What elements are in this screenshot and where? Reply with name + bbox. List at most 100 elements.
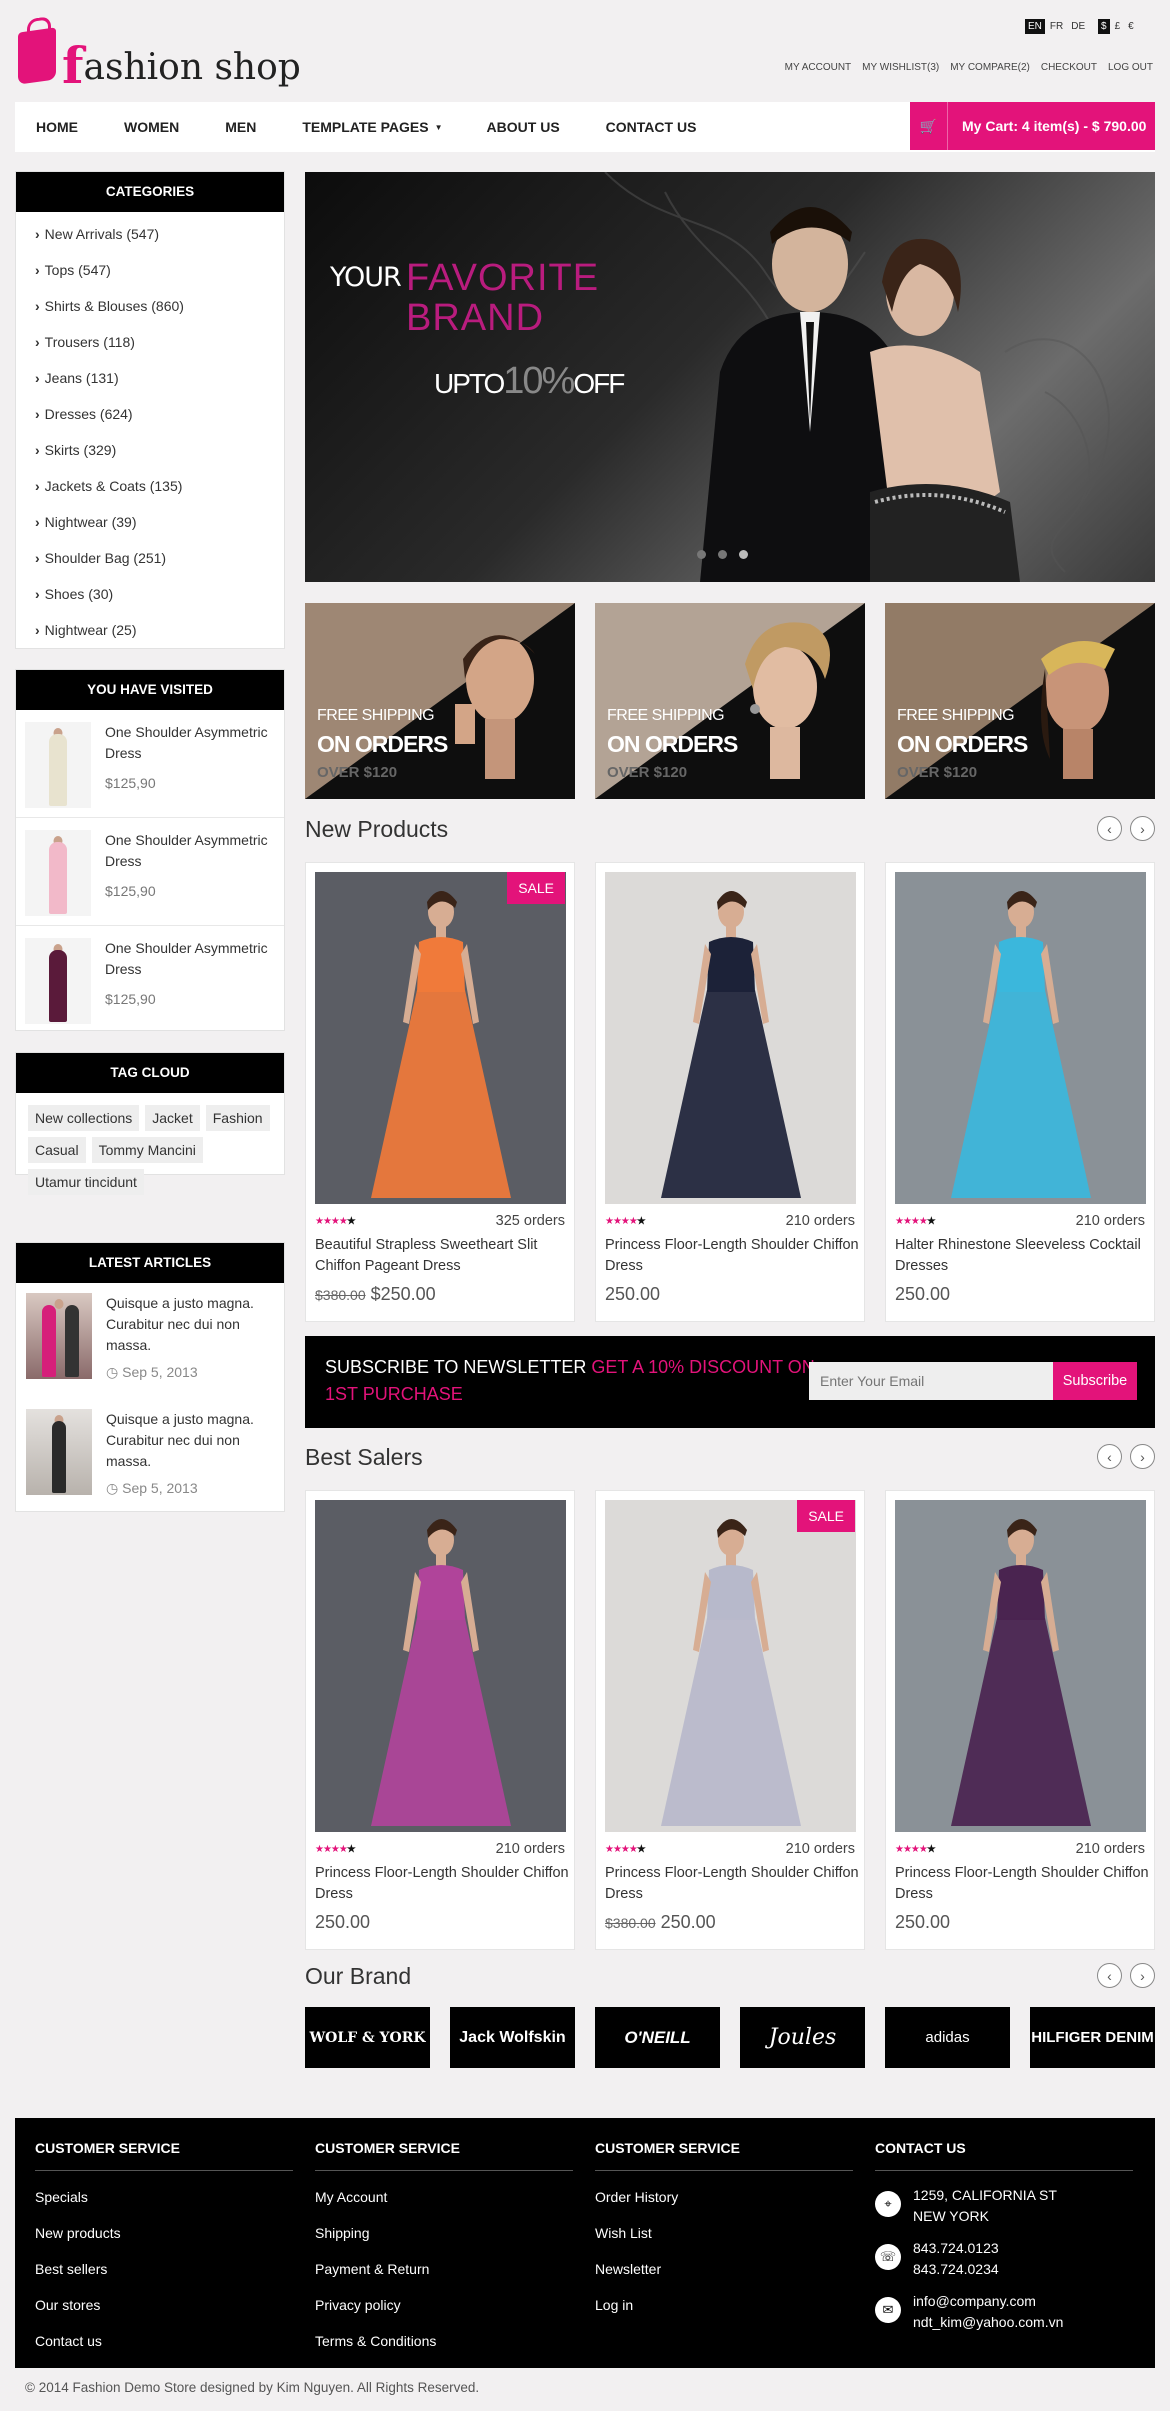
article-item[interactable]: Quisque a justo magna. Curabitur nec dui… <box>16 1399 284 1515</box>
brand-logo-wolf-york[interactable]: WOLF & YORK <box>305 2007 430 2068</box>
footer-link[interactable]: New products <box>35 2215 293 2251</box>
product-thumbnail[interactable] <box>25 722 91 808</box>
visited-item-name[interactable]: One Shoulder Asymmetric Dress <box>105 830 274 872</box>
footer-link[interactable]: Shipping <box>315 2215 573 2251</box>
tag-item[interactable]: Utamur tincidunt <box>28 1169 144 1195</box>
footer-link[interactable]: Contact us <box>35 2323 293 2359</box>
nav-home[interactable]: HOME <box>36 119 78 135</box>
visited-item-name[interactable]: One Shoulder Asymmetric Dress <box>105 938 274 980</box>
contact-phone2[interactable]: 843.724.0234 <box>913 2259 999 2280</box>
product-thumbnail[interactable] <box>25 830 91 916</box>
product-card[interactable]: ★★★★★ 210 orders Princess Floor-Length Sho… <box>305 1490 575 1950</box>
promo-banner[interactable]: FREE SHIPPING ON ORDERS OVER $120 <box>885 603 1155 799</box>
product-name[interactable]: Princess Floor-Length Shoulder Chiffon D… <box>605 1863 860 1905</box>
language-switcher[interactable]: EN FR DE <box>1025 19 1088 34</box>
slider-dot[interactable] <box>718 550 727 559</box>
chevron-right-icon[interactable]: › <box>1130 1963 1155 1988</box>
product-name[interactable]: Beautiful Strapless Sweetheart Slit Chif… <box>315 1235 570 1277</box>
tag-item[interactable]: Casual <box>28 1137 86 1163</box>
lang-fr[interactable]: FR <box>1047 19 1066 34</box>
footer-link[interactable]: Best sellers <box>35 2251 293 2287</box>
logout-link[interactable]: LOG OUT <box>1108 62 1153 73</box>
tag-item[interactable]: Jacket <box>145 1105 200 1131</box>
site-logo[interactable]: fashion shop <box>18 24 301 95</box>
cart-button[interactable]: 🛒 My Cart: 4 item(s) - $ 790.00 <box>910 102 1155 150</box>
category-item[interactable]: Jackets & Coats (135) <box>35 468 284 504</box>
product-card[interactable]: SALE ★★★★★ 325 orders Beautiful Strapless S… <box>305 862 575 1322</box>
currency-eur[interactable]: € <box>1125 19 1137 34</box>
newsletter-email-input[interactable] <box>809 1362 1053 1400</box>
category-item[interactable]: Nightwear (25) <box>35 612 284 648</box>
currency-usd[interactable]: $ <box>1098 19 1110 34</box>
contact-email2[interactable]: ndt_kim@yahoo.com.vn <box>913 2312 1063 2333</box>
footer-link[interactable]: My Account <box>315 2179 573 2215</box>
product-name[interactable]: Princess Floor-Length Shoulder Chiffon D… <box>605 1235 860 1277</box>
brand-logo-hilfiger-denim[interactable]: HILFIGER DENIM <box>1030 2007 1155 2068</box>
my-wishlist-link[interactable]: MY WISHLIST(3) <box>862 62 939 73</box>
product-card[interactable]: ★★★★★ 210 orders Princess Floor-Length Sho… <box>885 1490 1155 1950</box>
footer-link[interactable]: Wish List <box>595 2215 853 2251</box>
product-image[interactable] <box>315 1500 566 1832</box>
my-account-link[interactable]: MY ACCOUNT <box>785 62 852 73</box>
chevron-left-icon[interactable]: ‹ <box>1097 816 1122 841</box>
my-compare-link[interactable]: MY COMPARE(2) <box>950 62 1030 73</box>
footer-link[interactable]: Privacy policy <box>315 2287 573 2323</box>
product-image[interactable] <box>895 872 1146 1204</box>
lang-de[interactable]: DE <box>1068 19 1088 34</box>
article-item[interactable]: Quisque a justo magna. Curabitur nec dui… <box>16 1283 284 1399</box>
category-item[interactable]: Trousers (118) <box>35 324 284 360</box>
lang-en[interactable]: EN <box>1025 19 1045 34</box>
footer-link[interactable]: Terms & Conditions <box>315 2323 573 2359</box>
product-thumbnail[interactable] <box>25 938 91 1024</box>
product-name[interactable]: Halter Rhinestone Sleeveless Cocktail Dr… <box>895 1235 1150 1277</box>
contact-email1[interactable]: info@company.com <box>913 2291 1063 2312</box>
footer-link[interactable]: Newsletter <box>595 2251 853 2287</box>
product-image[interactable] <box>605 1500 856 1832</box>
nav-women[interactable]: WOMEN <box>124 119 179 135</box>
slider-dot[interactable] <box>697 550 706 559</box>
currency-switcher[interactable]: $ £ € <box>1098 19 1137 34</box>
nav-contact-us[interactable]: CONTACT US <box>606 119 697 135</box>
footer-link[interactable]: Payment & Return <box>315 2251 573 2287</box>
visited-item[interactable]: One Shoulder Asymmetric Dress $125,90 <box>16 710 284 818</box>
nav-template-pages[interactable]: TEMPLATE PAGES <box>302 119 428 135</box>
product-card[interactable]: ★★★★★ 210 orders Halter Rhinestone Sleevel… <box>885 862 1155 1322</box>
promo-banner[interactable]: FREE SHIPPING ON ORDERS OVER $120 <box>305 603 575 799</box>
currency-gbp[interactable]: £ <box>1112 19 1124 34</box>
nav-about-us[interactable]: ABOUT US <box>487 119 560 135</box>
category-item[interactable]: Tops (547) <box>35 252 284 288</box>
article-thumbnail[interactable] <box>26 1293 92 1379</box>
brand-logo-oneill[interactable]: O'NEILL <box>595 2007 720 2068</box>
checkout-link[interactable]: CHECKOUT <box>1041 62 1097 73</box>
brand-logo-adidas[interactable]: adidas <box>885 2007 1010 2068</box>
hero-slider[interactable] <box>305 172 1155 582</box>
footer-link[interactable]: Our stores <box>35 2287 293 2323</box>
product-image[interactable] <box>605 872 856 1204</box>
brand-logo-joules[interactable]: Joules <box>740 2007 865 2068</box>
category-item[interactable]: Jeans (131) <box>35 360 284 396</box>
tag-item[interactable]: New collections <box>28 1105 140 1131</box>
brand-logo-jack-wolfskin[interactable]: Jack Wolfskin <box>450 2007 575 2068</box>
category-item[interactable]: New Arrivals (547) <box>35 216 284 252</box>
tag-item[interactable]: Tommy Mancini <box>91 1137 203 1163</box>
chevron-right-icon[interactable]: › <box>1130 816 1155 841</box>
article-text[interactable]: Quisque a justo magna. Curabitur nec dui… <box>106 1293 274 1356</box>
promo-banner[interactable]: FREE SHIPPING ON ORDERS OVER $120 <box>595 603 865 799</box>
chevron-left-icon[interactable]: ‹ <box>1097 1444 1122 1469</box>
category-item[interactable]: Shirts & Blouses (860) <box>35 288 284 324</box>
category-item[interactable]: Shoes (30) <box>35 576 284 612</box>
product-image[interactable] <box>315 872 566 1204</box>
product-image[interactable] <box>895 1500 1146 1832</box>
nav-men[interactable]: MEN <box>225 119 256 135</box>
category-item[interactable]: Shoulder Bag (251) <box>35 540 284 576</box>
chevron-left-icon[interactable]: ‹ <box>1097 1963 1122 1988</box>
article-thumbnail[interactable] <box>26 1409 92 1495</box>
contact-phone1[interactable]: 843.724.0123 <box>913 2238 999 2259</box>
visited-item[interactable]: One Shoulder Asymmetric Dress $125,90 <box>16 818 284 926</box>
footer-link[interactable]: Specials <box>35 2179 293 2215</box>
slider-dot-active[interactable] <box>739 550 748 559</box>
footer-link[interactable]: Log in <box>595 2287 853 2323</box>
chevron-right-icon[interactable]: › <box>1130 1444 1155 1469</box>
product-card[interactable]: SALE ★★★★★ 210 orders Princess Floor-Length… <box>595 1490 865 1950</box>
category-item[interactable]: Nightwear (39) <box>35 504 284 540</box>
